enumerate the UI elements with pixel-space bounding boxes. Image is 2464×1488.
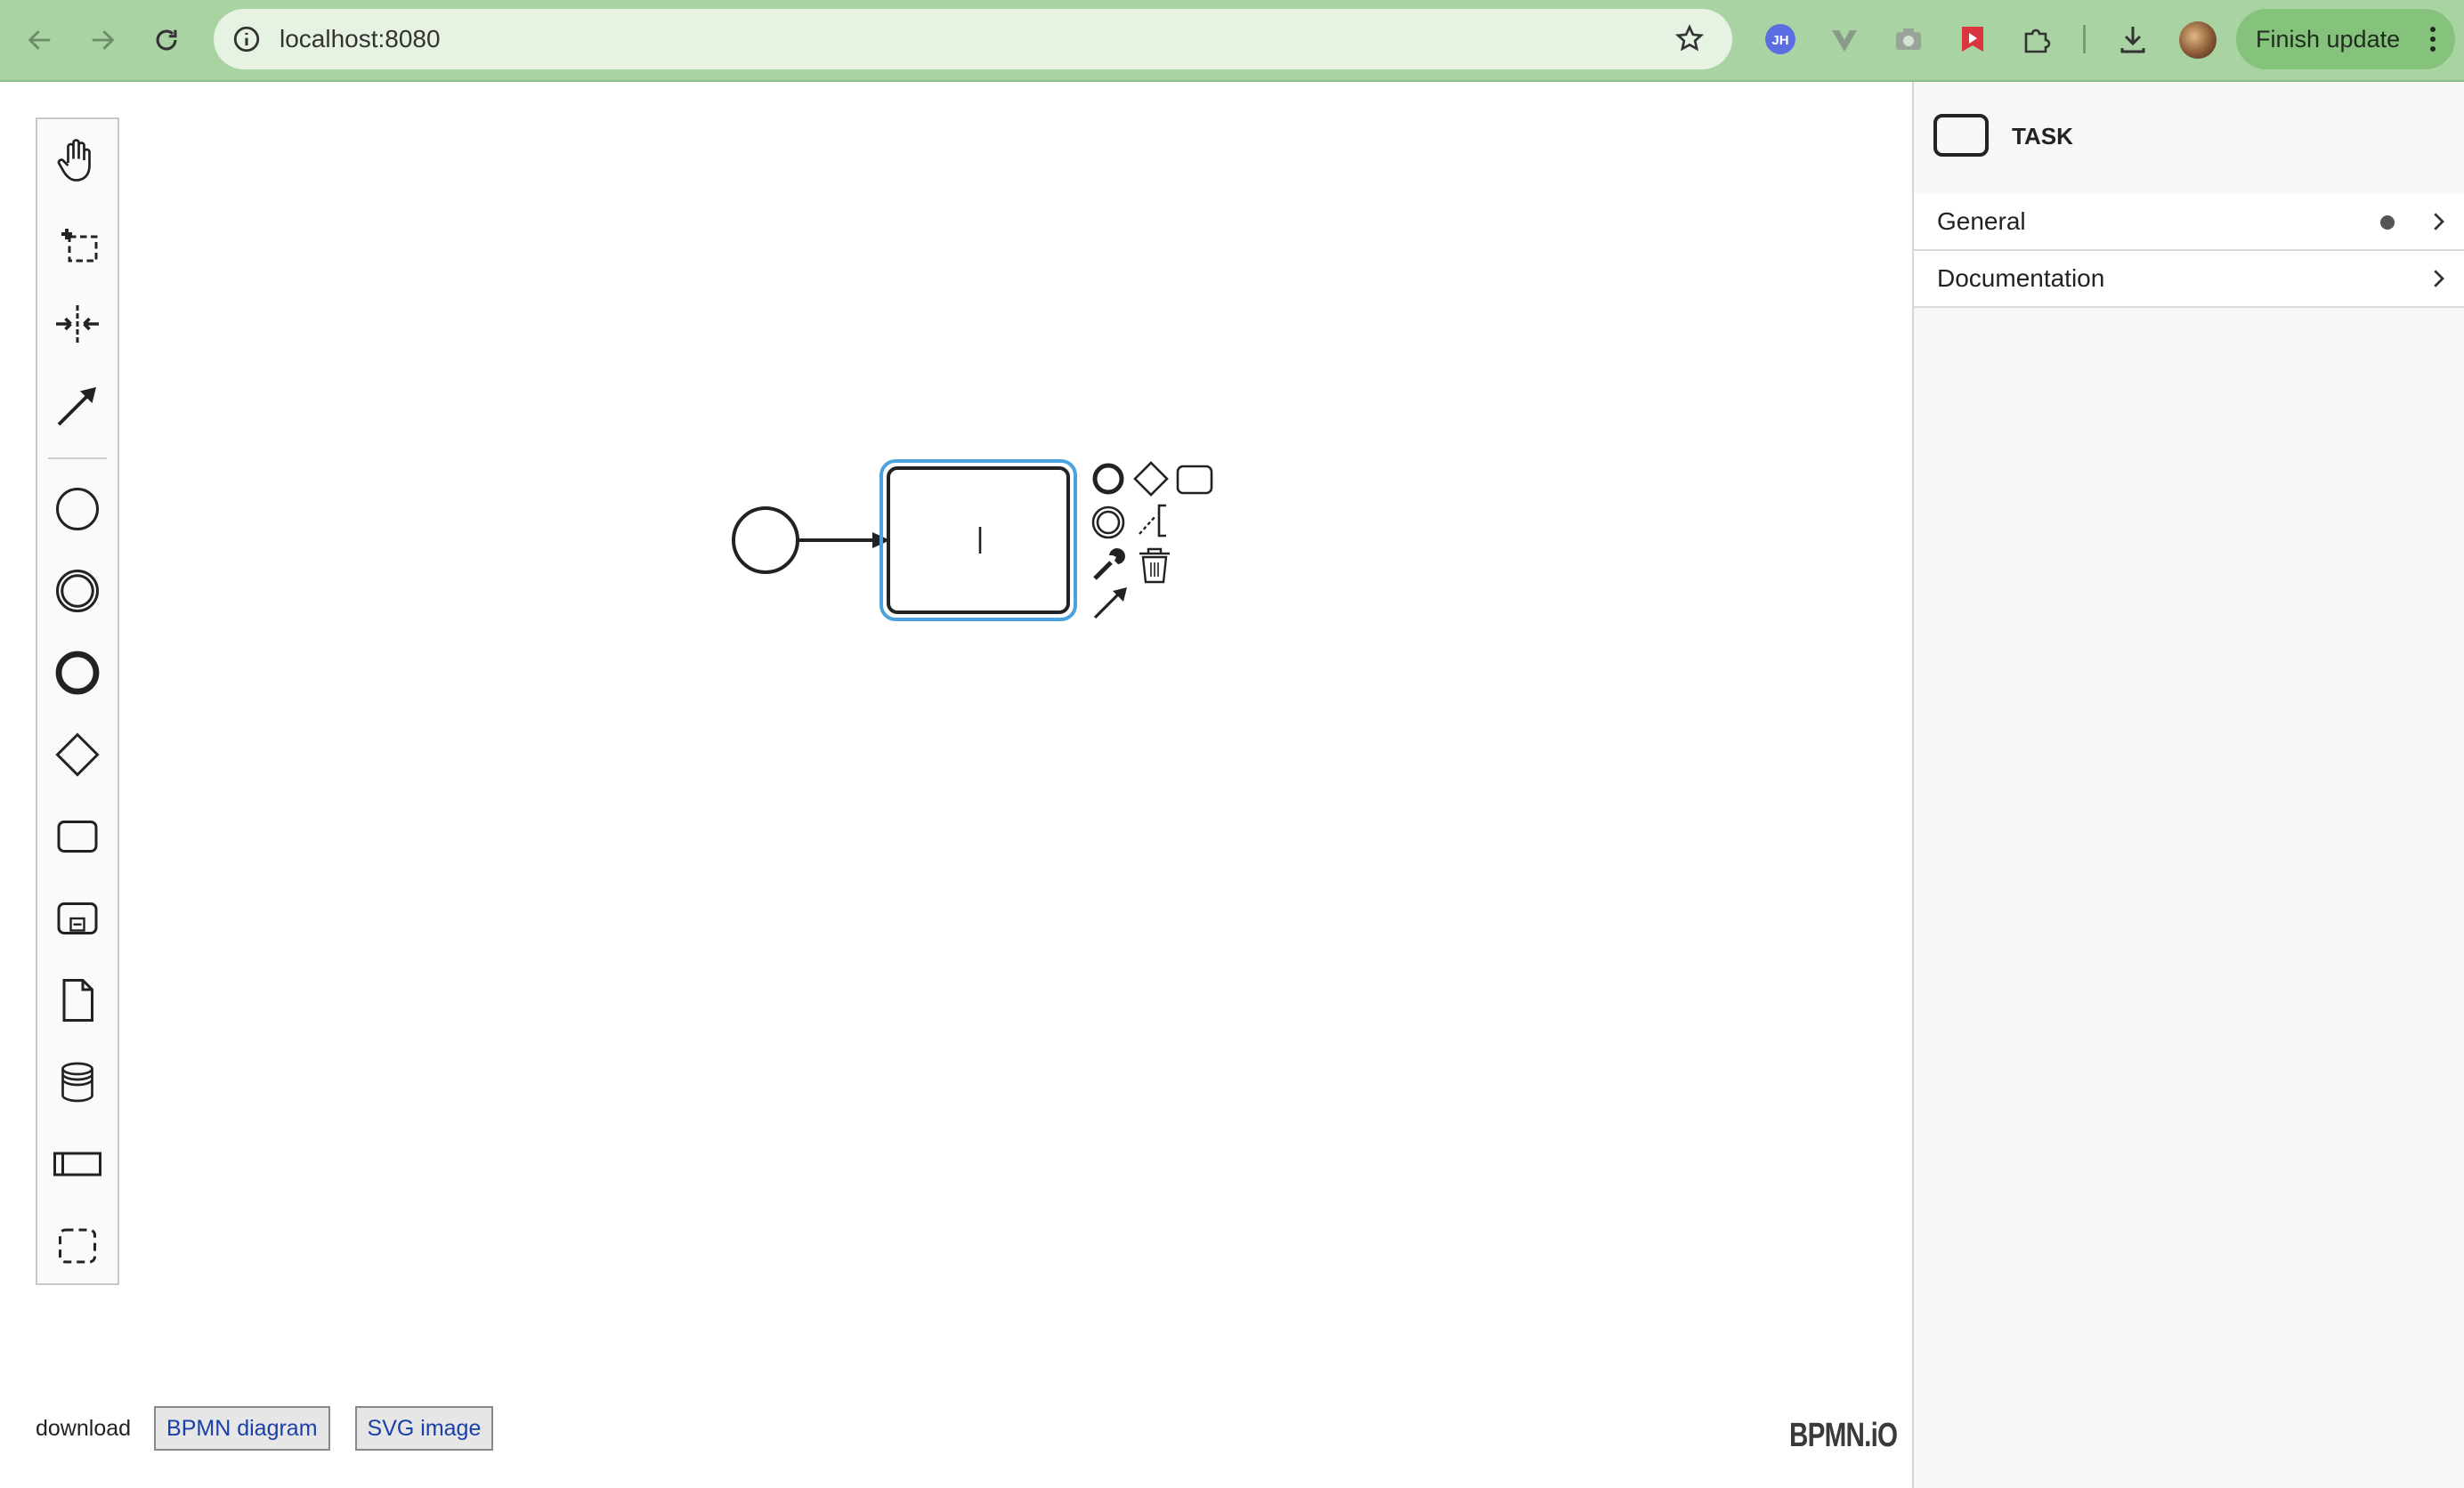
change-type-wrench-icon[interactable] xyxy=(1093,548,1125,580)
diagram-layer xyxy=(732,459,1213,621)
context-pad xyxy=(1091,461,1213,619)
toolbar-separator xyxy=(2083,25,2086,53)
connect-arrow-icon[interactable] xyxy=(1093,587,1127,619)
element-type-label: TASK xyxy=(2012,123,2073,150)
download-label: download xyxy=(36,1415,132,1441)
chevron-right-icon xyxy=(2434,213,2444,230)
download-bar: download BPMN diagram SVG image xyxy=(36,1404,518,1452)
selected-task-shape[interactable] xyxy=(879,459,1077,621)
append-intermediate-event-icon[interactable] xyxy=(1091,505,1125,539)
general-group-header[interactable]: General xyxy=(1914,194,2464,251)
delete-trash-icon[interactable] xyxy=(1139,547,1170,584)
documentation-group-header[interactable]: Documentation xyxy=(1914,251,2464,308)
properties-header: TASK xyxy=(1914,82,2464,196)
sequence-flow[interactable] xyxy=(798,532,890,548)
task-type-icon xyxy=(1933,114,1989,157)
puzzle-icon[interactable] xyxy=(2015,18,2058,61)
profile-avatar[interactable] xyxy=(2179,21,2217,59)
append-task-icon[interactable] xyxy=(1176,465,1213,495)
download-icon[interactable] xyxy=(2111,18,2154,61)
text-annotation-icon[interactable] xyxy=(1139,504,1166,538)
chevron-right-icon xyxy=(2434,270,2444,287)
group-label: General xyxy=(1937,207,2026,235)
download-bpmn-button[interactable]: BPMN diagram xyxy=(154,1406,330,1451)
red-extension-icon[interactable] xyxy=(1951,18,1994,61)
group-data-indicator xyxy=(2380,215,2395,230)
finish-update-label: Finish update xyxy=(2256,25,2401,53)
properties-panel: TASK General Documentation xyxy=(1912,82,2464,1488)
finish-update-button[interactable]: Finish update xyxy=(2236,9,2455,69)
append-end-event-icon[interactable] xyxy=(1092,463,1124,495)
bpmn-io-logo[interactable]: BPMN.iO xyxy=(1789,1417,1898,1455)
download-svg-button[interactable]: SVG image xyxy=(354,1406,494,1451)
more-menu-icon xyxy=(2430,27,2436,52)
group-label: Documentation xyxy=(1937,264,2105,292)
append-gateway-icon[interactable] xyxy=(1133,461,1169,497)
start-event-shape[interactable] xyxy=(732,506,799,574)
